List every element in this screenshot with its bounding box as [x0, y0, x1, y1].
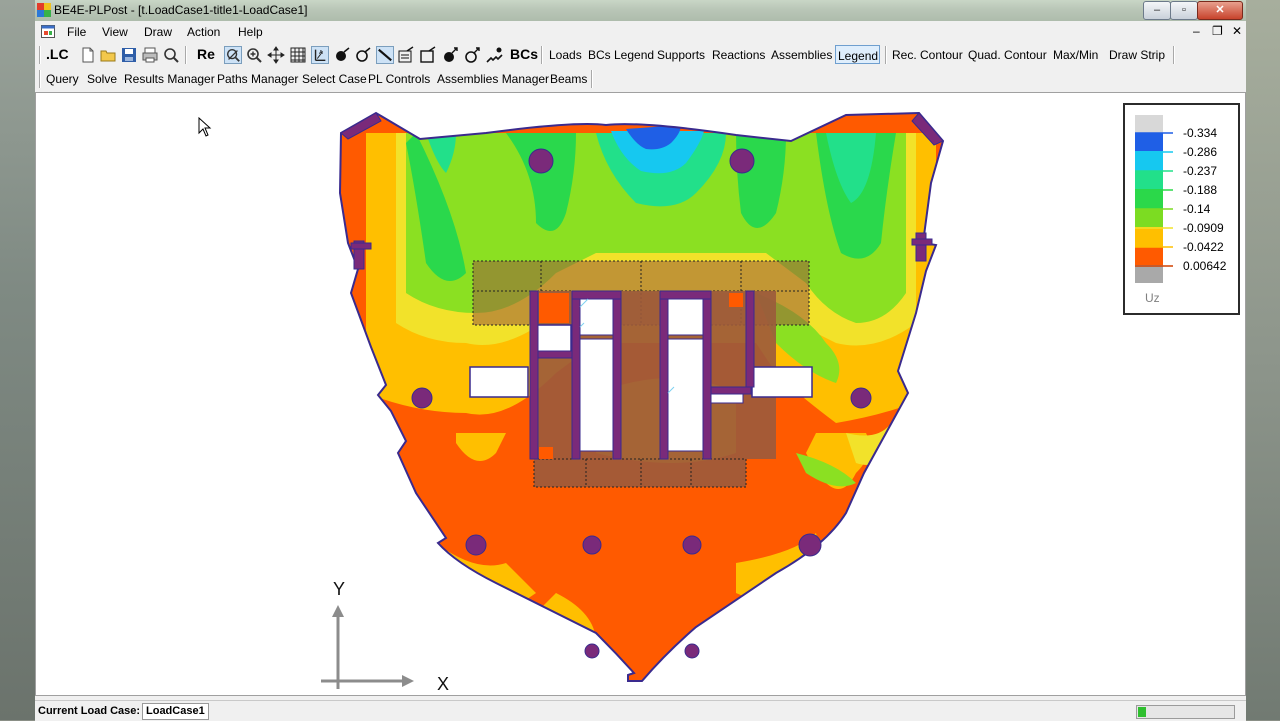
- legend-value: -0.286: [1183, 145, 1218, 159]
- zoom-in-icon[interactable]: [245, 46, 263, 64]
- support-spring-icon[interactable]: [485, 46, 503, 64]
- assemblies-manager-button[interactable]: Assemblies Manager: [437, 72, 549, 86]
- legend-color-scale: [1135, 115, 1173, 283]
- progress-bar: [1136, 705, 1235, 719]
- legend-value: -0.237: [1183, 164, 1218, 178]
- status-bar: Current Load Case: LoadCase1: [35, 700, 1246, 721]
- drawing-canvas[interactable]: Y X -0.334 -0.286 -0.237 -0.188 -0.14 -0…: [35, 92, 1246, 696]
- desktop-background-right: [1246, 0, 1280, 720]
- assemblies-button[interactable]: Assemblies: [771, 48, 832, 62]
- app-window: BE4E-PLPost - [t.LoadCase1-title1-LoadCa…: [35, 0, 1246, 721]
- mesh-grid-icon[interactable]: [289, 46, 307, 64]
- max-min-button[interactable]: Max/Min: [1053, 48, 1098, 62]
- load-point-icon[interactable]: [441, 46, 459, 64]
- zoom-preview-icon[interactable]: [162, 46, 180, 64]
- menu-action[interactable]: Action: [187, 25, 220, 39]
- quad-contour-button[interactable]: Quad. Contour: [968, 48, 1047, 62]
- toolbar-separator: [591, 70, 593, 88]
- window-title: BE4E-PLPost - [t.LoadCase1-title1-LoadCa…: [54, 3, 308, 17]
- print-icon[interactable]: [141, 46, 159, 64]
- title-bar[interactable]: BE4E-PLPost - [t.LoadCase1-title1-LoadCa…: [35, 0, 1246, 21]
- x-axis-label: X: [437, 674, 449, 694]
- contour-plot: Y X: [321, 111, 945, 694]
- menu-file[interactable]: File: [67, 25, 86, 39]
- bcs-legend-button[interactable]: BCs Legend: [588, 48, 654, 62]
- y-axis-label: Y: [333, 579, 345, 599]
- redraw-button[interactable]: Re: [197, 46, 215, 62]
- rect-tool-icon[interactable]: [419, 46, 437, 64]
- pl-controls-button[interactable]: PL Controls: [368, 72, 430, 86]
- new-file-icon[interactable]: [79, 46, 97, 64]
- maximize-window-button[interactable]: ▫: [1170, 1, 1198, 20]
- legend-value: -0.188: [1183, 183, 1218, 197]
- menu-help[interactable]: Help: [238, 25, 263, 39]
- legend-button-label: Legend: [838, 49, 879, 63]
- solve-button[interactable]: Solve: [87, 72, 117, 86]
- current-load-case-value: LoadCase1: [142, 703, 209, 720]
- rec-contour-button[interactable]: Rec. Contour: [892, 48, 963, 62]
- select-case-button[interactable]: Select Case: [302, 72, 367, 86]
- minimize-window-button[interactable]: –: [1143, 1, 1171, 20]
- pan-icon[interactable]: [267, 46, 285, 64]
- frame-tool-icon[interactable]: [397, 46, 415, 64]
- supports-button[interactable]: Supports: [657, 48, 705, 62]
- bcs-button[interactable]: BCs: [510, 46, 538, 62]
- toolbar-grip: [39, 46, 41, 64]
- save-icon[interactable]: [120, 46, 138, 64]
- mdi-minimize-button[interactable]: –: [1193, 24, 1200, 38]
- document-menu-icon[interactable]: [41, 25, 55, 38]
- reactions-button[interactable]: Reactions: [712, 48, 765, 62]
- open-folder-icon[interactable]: [99, 46, 117, 64]
- results-manager-button[interactable]: Results Manager: [124, 72, 215, 86]
- legend-value: -0.334: [1183, 126, 1218, 140]
- draw-strip-button[interactable]: Draw Strip: [1109, 48, 1165, 62]
- legend-value: 0.00642: [1183, 259, 1227, 273]
- beams-button[interactable]: Beams: [550, 72, 587, 86]
- toolbar-grip: [39, 70, 41, 88]
- svg-text:A: A: [319, 50, 323, 56]
- mdi-close-button[interactable]: ✕: [1232, 24, 1242, 38]
- coordinate-axes: [321, 605, 414, 689]
- app-logo-icon: [37, 3, 51, 17]
- zoom-window-icon[interactable]: [224, 46, 242, 64]
- menu-view[interactable]: View: [102, 25, 128, 39]
- loads-button[interactable]: Loads: [549, 48, 582, 62]
- legend-value: -0.14: [1183, 202, 1211, 216]
- toolbar-separator: [541, 46, 543, 64]
- mdi-restore-button[interactable]: ❐: [1212, 24, 1223, 38]
- menu-draw[interactable]: Draw: [144, 25, 172, 39]
- secondary-toolbar: Query Solve Results Manager Paths Manage…: [35, 67, 1246, 91]
- current-load-case-label: Current Load Case:: [38, 705, 141, 717]
- node-point-icon[interactable]: [333, 46, 351, 64]
- close-window-button[interactable]: ✕: [1197, 1, 1243, 20]
- mouse-cursor-icon: [198, 117, 212, 137]
- node-ring-icon[interactable]: [354, 46, 372, 64]
- legend-value: -0.0422: [1183, 240, 1224, 254]
- desktop-background-left: [0, 0, 35, 720]
- query-button[interactable]: Query: [46, 72, 79, 86]
- axes-icon[interactable]: A: [311, 46, 329, 64]
- toolbar-separator: [185, 46, 187, 64]
- toolbar-separator: [885, 46, 887, 64]
- legend-unit-label: Uz: [1145, 291, 1160, 305]
- line-tool-icon[interactable]: [376, 46, 394, 64]
- contour-legend: -0.334 -0.286 -0.237 -0.188 -0.14 -0.090…: [1123, 103, 1240, 315]
- paths-manager-button[interactable]: Paths Manager: [217, 72, 298, 86]
- main-toolbar: .LC Re A BCs Loads BCs Legend Supports R…: [35, 43, 1246, 67]
- legend-value: -0.0909: [1183, 221, 1224, 235]
- legend-toggle-button[interactable]: Legend: [835, 45, 880, 64]
- menu-bar: File View Draw Action Help – ❐ ✕: [35, 21, 1246, 43]
- load-ring-icon[interactable]: [463, 46, 481, 64]
- progress-bar-fill: [1138, 707, 1146, 717]
- toolbar-separator: [1173, 46, 1175, 64]
- load-case-button[interactable]: .LC: [46, 46, 69, 62]
